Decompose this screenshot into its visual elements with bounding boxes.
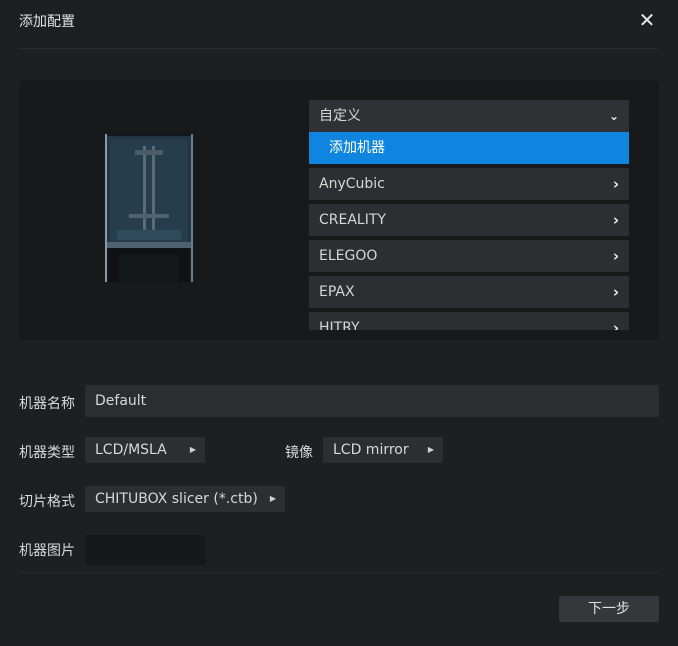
- custom-category-label: 自定义: [319, 108, 361, 124]
- chevron-right-icon: ›: [612, 175, 619, 193]
- machine-type-label: 机器类型: [19, 445, 75, 461]
- caret-right-icon: ▶: [189, 445, 196, 454]
- list-item-label: AnyCubic: [319, 176, 385, 192]
- printer-preview-panel: 自定义 ⌄ 添加机器 AnyCubic › CREALITY › ELEGOO …: [19, 80, 659, 340]
- list-item-label: EPAX: [319, 284, 355, 300]
- mirror-label: 镜像: [285, 445, 313, 461]
- list-item-label: CREALITY: [319, 212, 386, 228]
- printer-image: [105, 134, 193, 282]
- chevron-down-icon: ⌄: [608, 109, 619, 123]
- list-item-label: HITRY: [319, 320, 360, 330]
- chevron-right-icon: ›: [612, 211, 619, 229]
- machine-brand-list: 自定义 ⌄ 添加机器 AnyCubic › CREALITY › ELEGOO …: [309, 100, 629, 330]
- machine-name-input[interactable]: Default: [85, 385, 659, 417]
- title-bar: 添加配置 ✕: [0, 0, 678, 48]
- brand-item-elegoo[interactable]: ELEGOO ›: [309, 240, 629, 272]
- next-button[interactable]: 下一步: [559, 596, 659, 622]
- footer-divider: [19, 572, 659, 573]
- slice-format-select[interactable]: CHITUBOX slicer (*.ctb) ▶: [85, 486, 285, 512]
- dialog-title: 添加配置: [19, 14, 75, 30]
- title-divider: [19, 48, 659, 49]
- caret-right-icon: ▶: [269, 494, 276, 503]
- machine-image-box[interactable]: [86, 535, 206, 565]
- brand-item-hitry[interactable]: HITRY ›: [309, 312, 629, 330]
- add-machine-label: 添加机器: [329, 140, 385, 156]
- list-item-label: ELEGOO: [319, 248, 378, 264]
- chevron-right-icon: ›: [612, 283, 619, 301]
- machine-type-select[interactable]: LCD/MSLA ▶: [85, 437, 205, 463]
- slice-format-label: 切片格式: [19, 494, 75, 510]
- chevron-right-icon: ›: [612, 247, 619, 265]
- brand-item-anycubic[interactable]: AnyCubic ›: [309, 168, 629, 200]
- close-icon[interactable]: ✕: [634, 9, 660, 33]
- machine-image-label: 机器图片: [19, 543, 75, 559]
- caret-right-icon: ▶: [427, 445, 434, 454]
- slice-format-value: CHITUBOX slicer (*.ctb): [95, 491, 258, 507]
- machine-type-value: LCD/MSLA: [95, 442, 167, 458]
- add-machine-item[interactable]: 添加机器: [309, 132, 629, 164]
- machine-name-label: 机器名称: [19, 396, 75, 412]
- mirror-select[interactable]: LCD mirror ▶: [323, 437, 443, 463]
- custom-category-header[interactable]: 自定义 ⌄: [309, 100, 629, 132]
- chevron-right-icon: ›: [612, 319, 619, 330]
- brand-item-epax[interactable]: EPAX ›: [309, 276, 629, 308]
- add-config-dialog: 添加配置 ✕ 自定义 ⌄ 添加机器 AnyCubic › CREALITY › …: [0, 0, 678, 646]
- mirror-value: LCD mirror: [333, 442, 409, 458]
- brand-item-creality[interactable]: CREALITY ›: [309, 204, 629, 236]
